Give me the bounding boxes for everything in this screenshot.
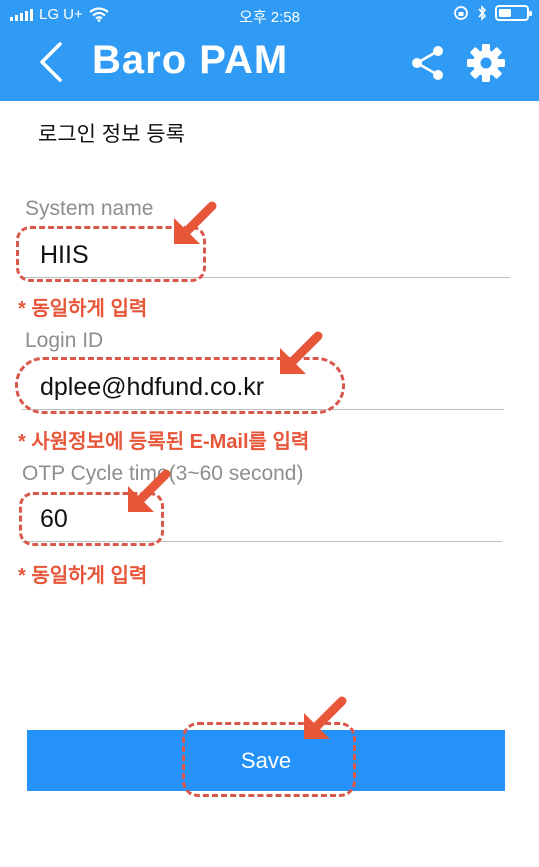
hint-system-name: * 동일하게 입력 — [18, 298, 148, 320]
status-bar: LG U+ 오후 2:58 — [0, 0, 539, 30]
battery-icon — [495, 5, 532, 21]
hint-login-id: * 사원정보에 등록된 E-Mail를 입력 — [18, 431, 310, 453]
section-title: 로그인 정보 등록 — [38, 123, 185, 146]
system-name-label: System name — [25, 197, 154, 220]
login-id-label: Login ID — [25, 329, 104, 352]
app-header: LG U+ 오후 2:58 Baro PAM — [0, 0, 539, 101]
bluetooth-icon — [478, 5, 487, 21]
hint-otp-cycle: * 동일하게 입력 — [18, 565, 148, 587]
status-right — [453, 5, 532, 21]
login-id-input[interactable] — [22, 365, 504, 410]
gear-icon[interactable] — [466, 43, 506, 83]
otp-cycle-input[interactable] — [22, 497, 502, 542]
otp-cycle-label: OTP Cycle time(3~60 second) — [22, 462, 304, 485]
system-name-input[interactable] — [22, 233, 510, 278]
share-icon[interactable] — [408, 43, 448, 83]
rotation-lock-icon — [454, 6, 468, 20]
back-icon[interactable] — [36, 40, 66, 84]
app-title: Baro PAM — [92, 38, 289, 82]
save-button[interactable]: Save — [27, 730, 505, 791]
